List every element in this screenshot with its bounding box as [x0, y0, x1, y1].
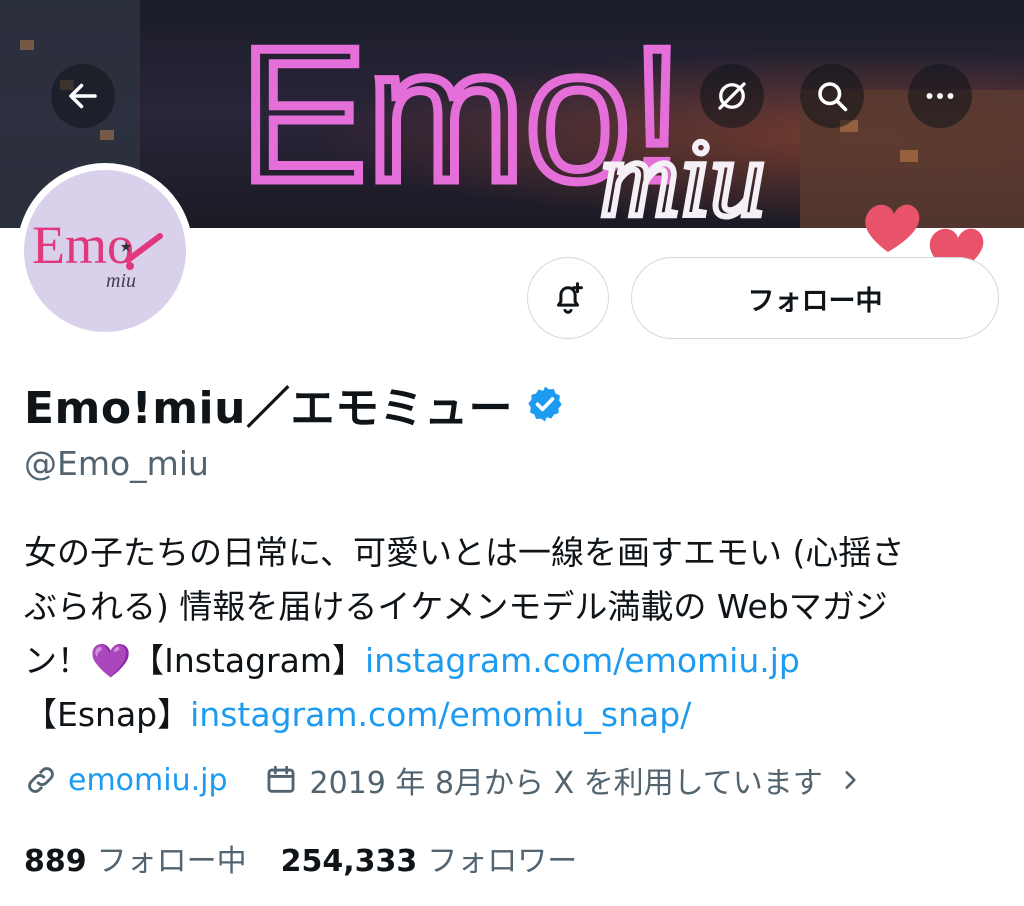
- back-button[interactable]: [51, 64, 115, 128]
- avatar[interactable]: Emo miu: [17, 163, 193, 339]
- following-stat[interactable]: 889 フォロー中: [24, 836, 247, 880]
- notifications-button[interactable]: [527, 257, 609, 339]
- bio-line: ぶられる) 情報を届けるイケメンモデル満載の Webマガジ: [24, 587, 888, 626]
- avatar-logo-text: Emo: [32, 215, 134, 275]
- profile-name-row: Emo!miu／エモミュー: [24, 372, 565, 436]
- neon-subtext: miu: [600, 117, 765, 228]
- display-name: Emo!miu／エモミュー: [24, 383, 513, 434]
- logo-slash-mark: [121, 233, 163, 270]
- bio-text: ン！💜【Instagram】: [24, 641, 365, 680]
- profile-meta: emomiu.jp 2019 年 8月から X を利用しています: [24, 758, 863, 802]
- follow-stats: 889 フォロー中 254,333 フォロワー: [24, 836, 577, 880]
- bio-link-instagram[interactable]: instagram.com/emomiu.jp: [365, 641, 800, 680]
- followers-label: フォロワー: [427, 844, 578, 879]
- link-icon: [28, 767, 54, 793]
- followers-stat[interactable]: 254,333 フォロワー: [281, 836, 578, 880]
- website-link[interactable]: emomiu.jp: [68, 763, 228, 798]
- bio-line: 女の子たちの日常に、可愛いとは一線を画すエモい (心揺さ: [24, 533, 905, 572]
- bio-line: ン！💜【Instagram】instagram.com/emomiu.jp: [24, 634, 1014, 688]
- grok-button[interactable]: [700, 64, 764, 128]
- heart-icon: [865, 204, 920, 252]
- calendar-icon: [267, 765, 294, 793]
- search-icon: [818, 82, 848, 112]
- verified-badge-icon[interactable]: [525, 384, 565, 424]
- following-button[interactable]: フォロー中: [631, 257, 999, 339]
- avatar-image: Emo miu: [24, 170, 186, 332]
- following-count: 889: [24, 844, 87, 879]
- avatar-logo-sub: miu: [106, 270, 136, 292]
- following-label: フォロー中: [96, 844, 247, 879]
- joined-date[interactable]: 2019 年 8月から X を利用しています: [310, 758, 823, 802]
- bio-line: 【Esnap】instagram.com/emomiu_snap/: [24, 688, 1014, 742]
- more-button[interactable]: [908, 64, 972, 128]
- bell-plus-icon: [556, 282, 583, 314]
- bio-link-esnap[interactable]: instagram.com/emomiu_snap/: [190, 695, 691, 734]
- followers-count: 254,333: [280, 844, 418, 879]
- arrow-left-icon: [69, 83, 97, 109]
- grok-icon: [718, 82, 746, 110]
- search-button[interactable]: [800, 64, 864, 128]
- chevron-right-icon[interactable]: [837, 767, 863, 793]
- more-horizontal-icon: [926, 93, 954, 99]
- profile-bio: 女の子たちの日常に、可愛いとは一線を画すエモい (心揺さ ぶられる) 情報を届け…: [24, 526, 1014, 742]
- bio-text: 【Esnap】: [24, 695, 191, 734]
- profile-handle: @Emo_miu: [24, 444, 209, 483]
